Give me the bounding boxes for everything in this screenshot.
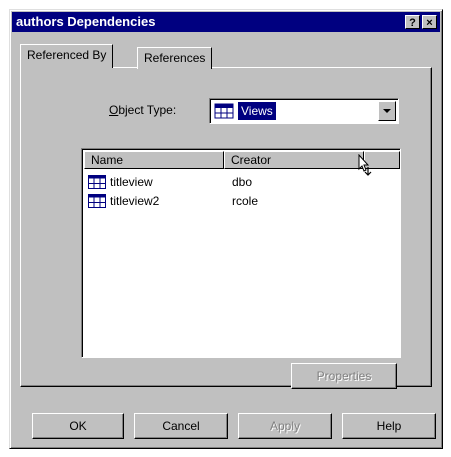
tab-panel: Object Type: Views Name Creator titlevie…: [20, 67, 432, 389]
column-header-creator[interactable]: Creator: [224, 151, 364, 169]
view-icon: [214, 103, 234, 119]
object-type-select[interactable]: Views: [209, 98, 399, 124]
window-title: authors Dependencies: [16, 14, 156, 29]
help-button[interactable]: Help: [342, 413, 436, 439]
help-title-button[interactable]: ?: [405, 15, 420, 29]
resize-cursor-icon: [358, 154, 372, 176]
object-type-value: Views: [238, 102, 276, 120]
object-type-accelerator: O: [109, 103, 119, 117]
row-creator: rcole: [232, 194, 259, 208]
tab-references[interactable]: References: [137, 47, 213, 69]
cancel-button[interactable]: Cancel: [134, 413, 228, 439]
dependencies-dialog: authors Dependencies ? × Referenced By R…: [9, 9, 443, 449]
properties-button[interactable]: Properties: [291, 363, 397, 389]
tab-referenced-by[interactable]: Referenced By: [20, 44, 114, 68]
list-item[interactable]: titleview2 rcole: [86, 192, 386, 210]
row-name: titleview2: [110, 194, 160, 208]
chevron-down-icon[interactable]: [378, 101, 396, 121]
view-icon: [88, 175, 106, 189]
column-header-name[interactable]: Name: [84, 151, 224, 169]
close-button[interactable]: ×: [422, 15, 437, 29]
view-icon: [88, 194, 106, 208]
list-item[interactable]: titleview dbo: [86, 173, 386, 191]
row-creator: dbo: [232, 175, 253, 189]
object-type-label-text: bject Type:: [118, 103, 177, 117]
apply-button[interactable]: Apply: [238, 413, 332, 439]
ok-button[interactable]: OK: [32, 413, 124, 439]
object-type-label: Object Type:: [109, 103, 176, 117]
row-name: titleview: [110, 175, 153, 189]
tab-references-label: References: [144, 51, 206, 65]
dependencies-list[interactable]: Name Creator titleview dbo titleview2 rc…: [81, 148, 401, 358]
tab-referenced-by-label: Referenced By: [27, 48, 107, 62]
title-bar: authors Dependencies ? ×: [12, 12, 440, 32]
